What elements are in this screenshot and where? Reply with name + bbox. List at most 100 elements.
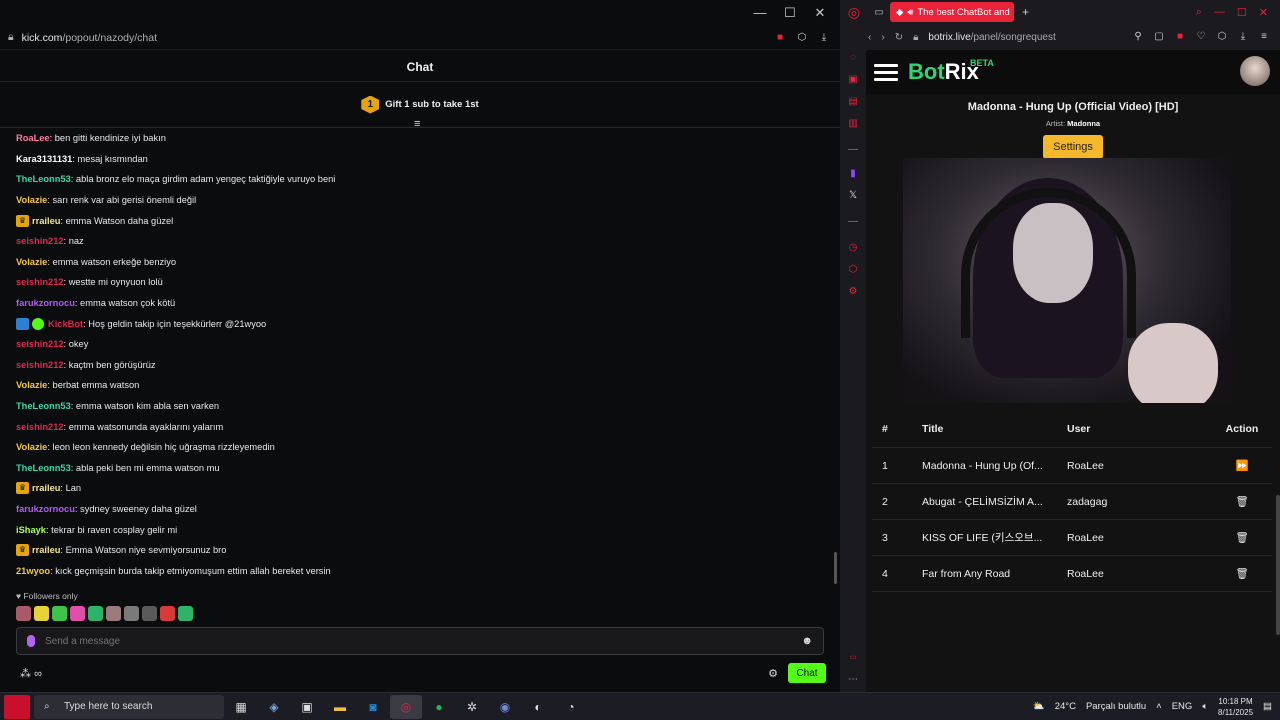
chat-username[interactable]: Volazie (16, 257, 47, 267)
gift-sub-banner[interactable]: 1 Gift 1 sub to take 1st ≡ (0, 82, 840, 130)
emote[interactable] (106, 606, 121, 621)
send-chat-button[interactable]: Chat (788, 663, 826, 683)
url-text[interactable]: botrix.live/panel/songrequest (928, 32, 1055, 43)
chat-username[interactable]: Volazie (16, 442, 47, 452)
chat-username[interactable]: TheLeonn53 (16, 463, 71, 473)
tab-list-icon[interactable]: ▭ (868, 7, 890, 18)
chat-username[interactable]: seishin212 (16, 339, 64, 349)
botrix-logo[interactable]: BotRix (908, 59, 979, 85)
chat-username[interactable]: seishin212 (16, 236, 64, 246)
chat-username[interactable]: farukzornocu (16, 298, 75, 308)
chat-username[interactable]: Kara3131131 (16, 154, 72, 164)
x-icon[interactable]: 𝕏 (847, 190, 859, 202)
download-icon[interactable]: ⤓ (818, 32, 830, 44)
weather-text[interactable]: Parçalı bulutlu (1086, 701, 1146, 712)
delete-icon[interactable]: 🗑︎ (1212, 531, 1272, 544)
emote[interactable] (88, 606, 103, 621)
chat-username[interactable]: rraileu (32, 483, 60, 493)
clock[interactable]: 10:18 PM 8/11/2025 (1218, 696, 1253, 718)
chat-username[interactable]: farukzornocu (16, 504, 75, 514)
chat-scrollbar[interactable] (834, 552, 837, 584)
message-input-box[interactable]: ☻ (16, 627, 824, 655)
snapshot-icon[interactable]: ▢ (1153, 31, 1165, 43)
minimize-icon[interactable]: — (1214, 6, 1225, 19)
chevron-up-icon[interactable]: ˄ (1156, 701, 1162, 712)
delete-icon[interactable]: 🗑︎ (1212, 495, 1272, 508)
extensions-icon[interactable]: ⬡ (847, 264, 859, 276)
message-input[interactable] (45, 635, 792, 647)
chat-username[interactable]: Volazie (16, 380, 47, 390)
emote[interactable] (16, 606, 31, 621)
sidebar-link-icon[interactable]: ▭ (847, 652, 859, 664)
chat-username[interactable]: seishin212 (16, 277, 64, 287)
emote[interactable] (160, 606, 175, 621)
shield-icon[interactable]: ■ (1174, 31, 1186, 43)
forward-icon[interactable]: › (881, 32, 884, 43)
emote[interactable] (178, 606, 193, 621)
history-icon[interactable]: ◷ (847, 242, 859, 254)
skip-icon[interactable]: ⏩ (1212, 459, 1272, 472)
file-explorer-icon[interactable]: ▬ (324, 695, 356, 719)
messenger-icon[interactable]: ▤ (847, 96, 859, 108)
taskbar-search[interactable]: ⌕ Type here to search (34, 694, 224, 719)
weather-icon[interactable]: ⛅ (1033, 701, 1045, 712)
chat-username[interactable]: rraileu (32, 216, 60, 226)
emote[interactable] (52, 606, 67, 621)
chat-username[interactable]: 21wyoo (16, 566, 50, 576)
opera-logo-icon[interactable]: ◎ (840, 4, 868, 21)
volume-icon[interactable]: 🔈︎ (1202, 701, 1208, 712)
chat-username[interactable]: Volazie (16, 195, 47, 205)
notification-icon[interactable]: ▤ (1263, 701, 1272, 712)
close-icon[interactable]: ✕ (812, 5, 828, 21)
chat-username[interactable]: KickBot (48, 319, 83, 329)
extensions-icon[interactable]: ⬡ (796, 32, 808, 44)
microphone-icon[interactable] (27, 635, 35, 647)
emote[interactable] (34, 606, 49, 621)
discord-icon[interactable]: ◉ (489, 695, 521, 719)
chat-username[interactable]: seishin212 (16, 360, 64, 370)
reload-icon[interactable]: ↻ (895, 32, 903, 43)
spotify-icon[interactable]: ● (423, 695, 455, 719)
video-player[interactable] (903, 158, 1231, 403)
settings-icon[interactable]: ⚙ (847, 286, 859, 298)
hamburger-menu-icon[interactable] (874, 63, 898, 81)
opera-taskbar-icon[interactable]: ◎ (390, 694, 422, 719)
store-icon[interactable]: ▣ (291, 695, 323, 719)
tab-botrix[interactable]: ◆ 🔊︎ The best ChatBot and (890, 2, 1014, 22)
delete-icon[interactable]: 🗑︎ (1212, 567, 1272, 580)
close-icon[interactable]: ✕ (1259, 6, 1268, 19)
emote[interactable] (124, 606, 139, 621)
chat-username[interactable]: rraileu (32, 545, 60, 555)
pin-icon[interactable]: ⚲ (1132, 31, 1144, 43)
menu-icon[interactable]: ≡ (1258, 31, 1270, 43)
temperature[interactable]: 24°C (1055, 701, 1076, 712)
maximize-icon[interactable]: ☐ (1237, 6, 1247, 19)
settings-button[interactable]: Settings (1043, 135, 1103, 159)
back-icon[interactable]: ‹ (868, 32, 871, 43)
app-icon[interactable]: ✲ (456, 695, 488, 719)
heart-icon[interactable]: ♡ (1195, 31, 1207, 43)
emoji-icon[interactable]: ☻ (801, 635, 813, 647)
aria-icon[interactable]: ◌ (847, 52, 859, 64)
download-icon[interactable]: ⤓ (1237, 31, 1249, 43)
outlook-icon[interactable]: ◙ (357, 695, 389, 719)
minimize-icon[interactable]: — (752, 5, 768, 21)
steam-icon[interactable]: ◐ (522, 695, 554, 719)
user-avatar[interactable] (1240, 56, 1270, 86)
new-tab-icon[interactable]: + (1022, 5, 1029, 19)
copilot-icon[interactable]: ◈ (258, 695, 290, 719)
maximize-icon[interactable]: ☐ (782, 5, 798, 21)
panel-scrollbar[interactable] (1276, 495, 1280, 635)
chat-username[interactable]: TheLeonn53 (16, 401, 71, 411)
bag-icon[interactable]: ▣ (847, 74, 859, 86)
instagram-icon[interactable]: ▥ (847, 118, 859, 130)
shield-icon[interactable]: ■ (774, 32, 786, 44)
chat-settings-icon[interactable]: ⚙ (768, 667, 778, 680)
address-bar[interactable]: ‹ › ↻ 🔒︎ botrix.live/panel/songrequest ⚲… (840, 24, 1280, 50)
task-view-icon[interactable]: ▦ (225, 695, 257, 719)
twitch-icon[interactable]: ▮ (847, 168, 859, 180)
address-bar[interactable]: 🔒︎ kick.com/popout/nazody/chat ■ ⬡ ⤓ (0, 26, 840, 50)
chat-username[interactable]: RoaLee (16, 133, 50, 143)
emote[interactable] (142, 606, 157, 621)
emote[interactable] (70, 606, 85, 621)
